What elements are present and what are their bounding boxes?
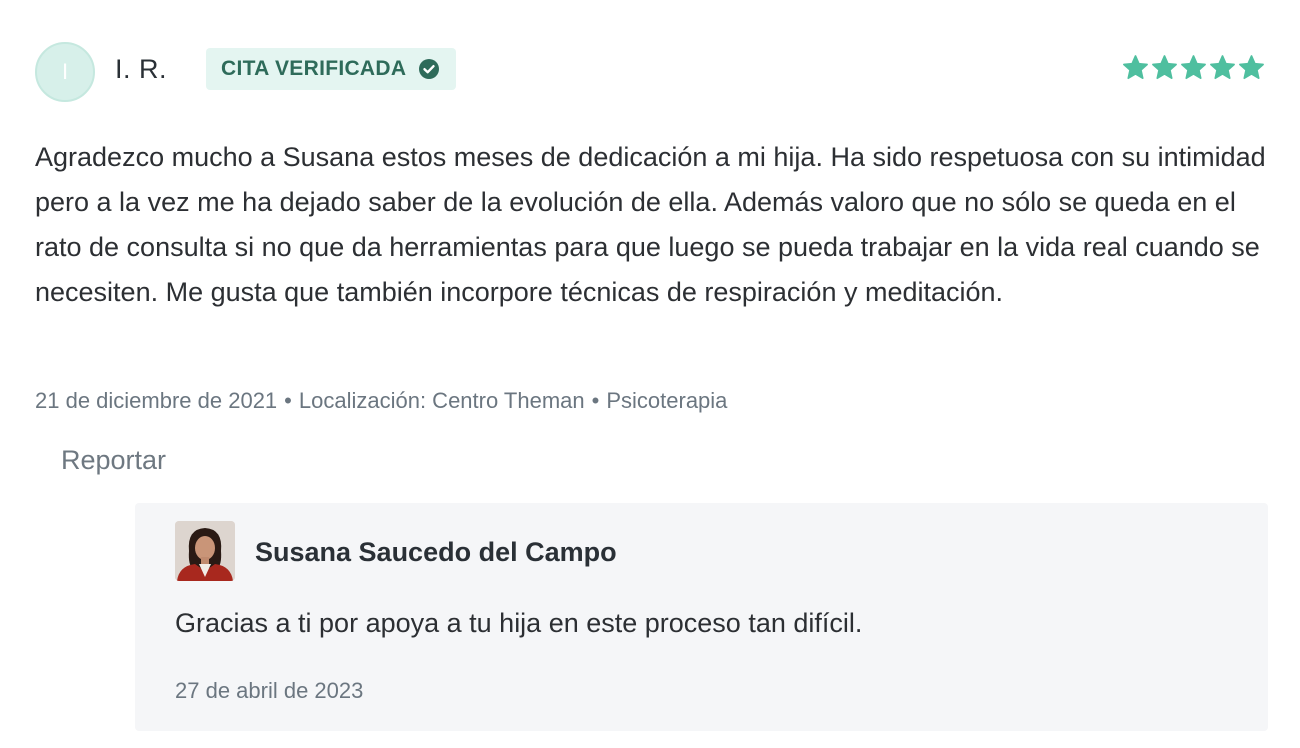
meta-separator: • — [591, 388, 600, 413]
review-service: Psicoterapia — [606, 388, 728, 413]
star-icon — [1181, 55, 1206, 80]
avatar: I — [35, 42, 95, 102]
verified-badge-label: CITA VERIFICADA — [221, 57, 407, 80]
star-rating — [1122, 54, 1265, 81]
review-meta: 21 de diciembre de 2021 • Localización: … — [35, 388, 727, 414]
avatar-initial: I — [61, 59, 69, 84]
star-icon — [1239, 55, 1264, 80]
reply-text: Gracias a ti por apoya a tu hija en este… — [175, 608, 863, 638]
author-name: I. R. — [115, 54, 168, 84]
meta-separator: • — [284, 388, 292, 413]
review-location: Localización: Centro Theman — [298, 388, 585, 413]
star-icon — [1210, 55, 1235, 80]
check-circle-icon — [419, 59, 440, 79]
review-body: Agradezco mucho a Susana estos meses de … — [35, 142, 1266, 307]
verified-badge: CITA VERIFICADA — [206, 48, 457, 90]
doctor-name: Susana Saucedo del Campo — [255, 537, 617, 567]
review-header: I I. R. CITA VERIFICADA — [35, 40, 1268, 102]
star-icon — [1152, 55, 1177, 80]
doctor-reply: Susana Saucedo del Campo Gracias a ti po… — [135, 503, 1268, 731]
review-date: 21 de diciembre de 2021 — [35, 388, 278, 413]
star-icon — [1123, 55, 1148, 80]
report-link[interactable]: Reportar — [61, 445, 166, 476]
review-card: I I. R. CITA VERIFICADA Agradezco mucho … — [35, 40, 1268, 731]
reply-date: 27 de abril de 2023 — [175, 678, 364, 703]
doctor-photo — [175, 521, 235, 581]
